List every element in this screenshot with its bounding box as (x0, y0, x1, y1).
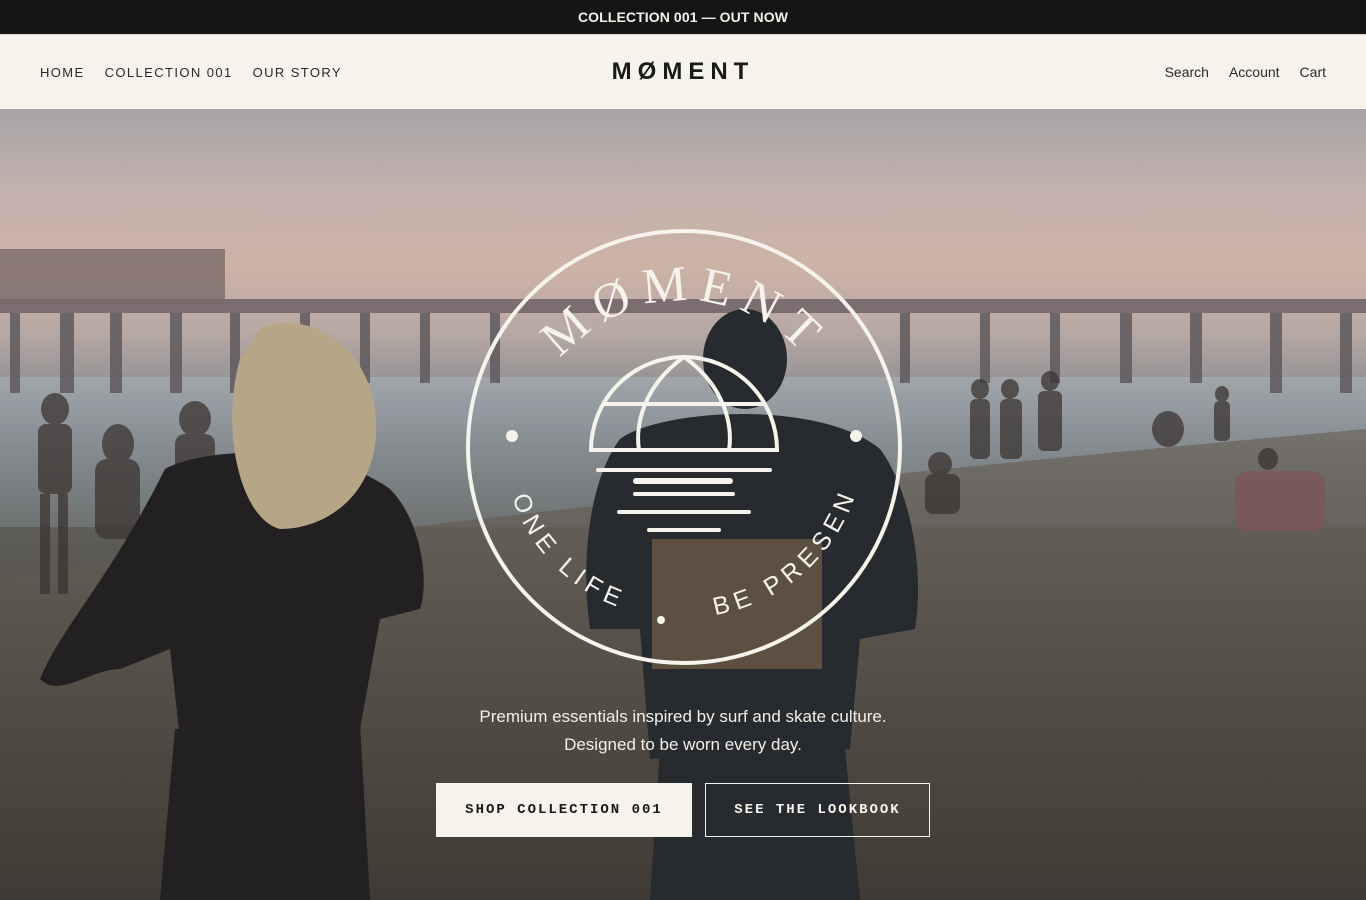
hero-tagline: Premium essentials inspired by surf and … (0, 703, 1366, 759)
sunset-globe-icon (588, 355, 780, 532)
brand-wordmark[interactable]: MØMENT (612, 58, 755, 86)
utility-nav: Search Account Cart (1165, 35, 1326, 109)
badge-dot-right (850, 430, 862, 442)
badge-dot-bottom (657, 616, 665, 624)
nav-home-link[interactable]: HOME (40, 65, 85, 80)
badge-top-text: MØMENT (529, 254, 829, 367)
moment-badge-logo: MØMENT ONE LIFE BE PRESENT (463, 226, 902, 665)
announcement-bar: COLLECTION 001 — OUT NOW (0, 0, 1366, 34)
badge-dot-left (506, 430, 518, 442)
announcement-text: COLLECTION 001 — OUT NOW (577, 9, 789, 25)
svg-text:MØMENT: MØMENT (529, 254, 839, 367)
site-header: HOME COLLECTION 001 OUR STORY MØMENT Sea… (0, 34, 1366, 109)
nav-collection-link[interactable]: COLLECTION 001 (105, 65, 233, 80)
main-nav: HOME COLLECTION 001 OUR STORY (40, 35, 342, 109)
nav-our-story-link[interactable]: OUR STORY (253, 65, 342, 80)
account-link[interactable]: Account (1229, 64, 1280, 80)
hero-section: MØMENT ONE LIFE BE PRESENT Premium essen… (0, 109, 1366, 900)
shop-collection-button[interactable]: SHOP COLLECTION 001 (436, 783, 692, 837)
see-lookbook-button[interactable]: SEE THE LOOKBOOK (705, 783, 930, 837)
tagline-line-2: Designed to be worn every day. (564, 735, 802, 754)
cart-link[interactable]: Cart (1300, 64, 1326, 80)
tagline-line-1: Premium essentials inspired by surf and … (479, 707, 887, 726)
search-link[interactable]: Search (1165, 64, 1209, 80)
